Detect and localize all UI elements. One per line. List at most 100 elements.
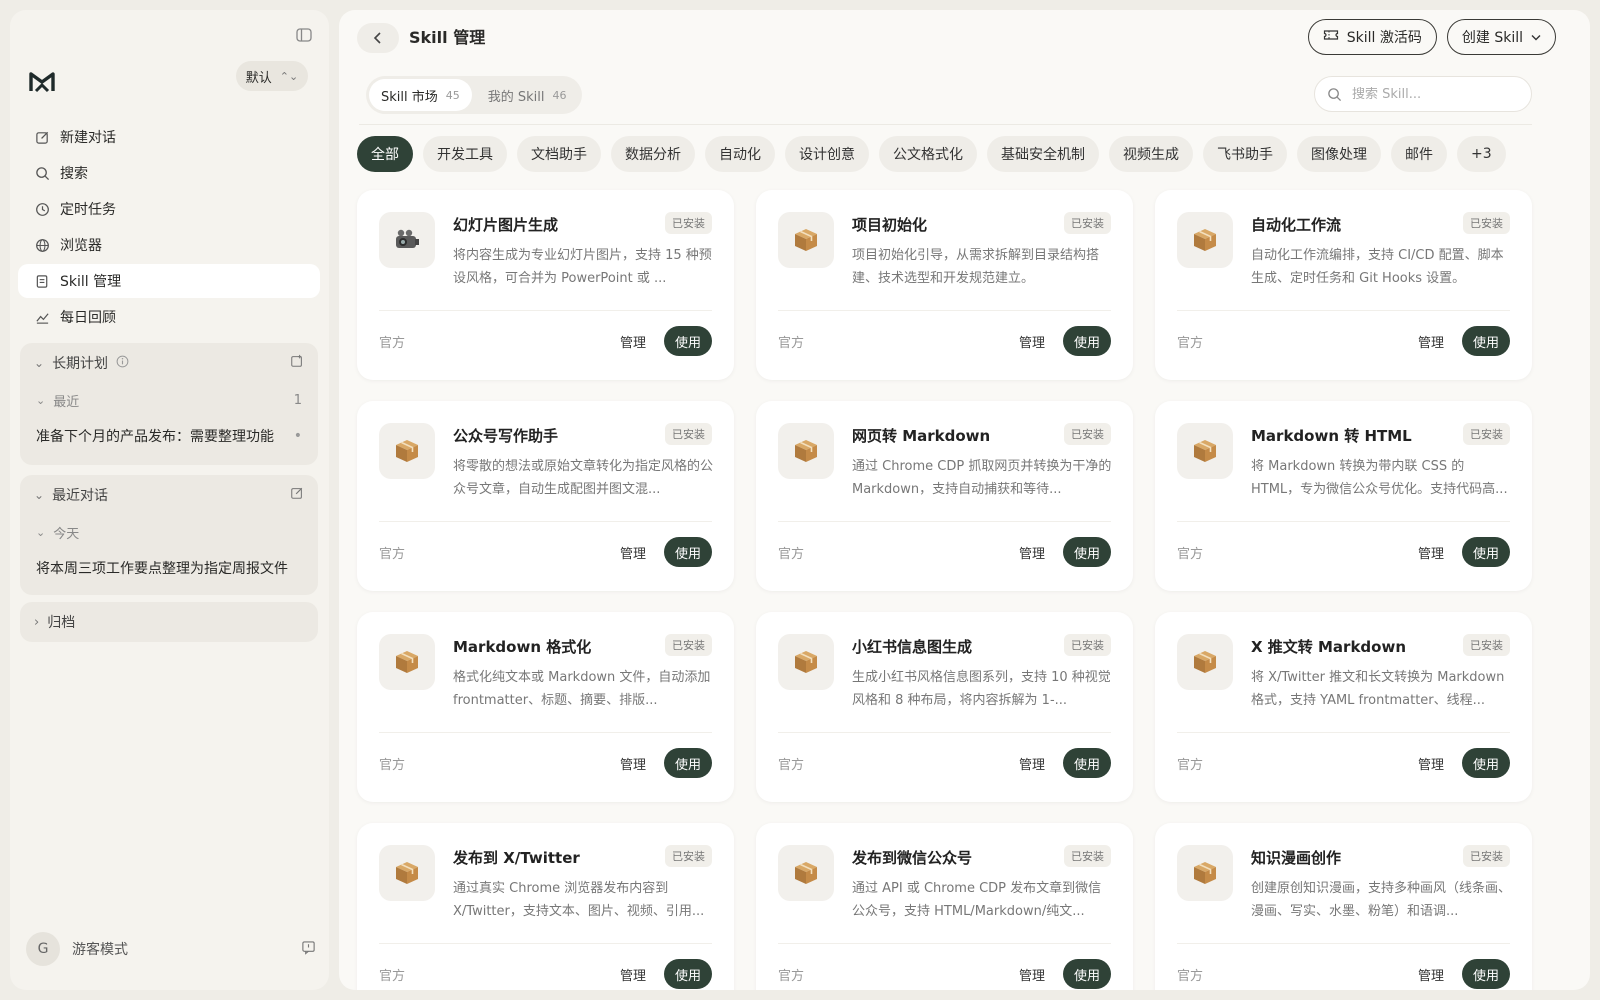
use-button[interactable]: 使用 bbox=[1063, 326, 1111, 356]
globe-icon bbox=[34, 237, 50, 253]
use-button[interactable]: 使用 bbox=[1063, 537, 1111, 567]
today-subheader[interactable]: ⌄ 今天 bbox=[20, 515, 318, 549]
category-chip[interactable]: 基础安全机制 bbox=[987, 136, 1099, 172]
back-button[interactable] bbox=[357, 23, 399, 53]
category-chip[interactable]: 视频生成 bbox=[1109, 136, 1193, 172]
sidebar-toggle-icon[interactable] bbox=[293, 24, 315, 46]
category-chip[interactable]: 自动化 bbox=[705, 136, 775, 172]
manage-button[interactable]: 管理 bbox=[1418, 965, 1444, 984]
avatar: G bbox=[26, 932, 60, 966]
manage-button[interactable]: 管理 bbox=[1418, 754, 1444, 773]
sidebar-item-search[interactable]: 搜索 bbox=[18, 156, 320, 190]
category-chip[interactable]: 数据分析 bbox=[611, 136, 695, 172]
more-dot-icon[interactable]: • bbox=[288, 428, 302, 444]
conversation-entry[interactable]: 将本周三项工作要点整理为指定周报文件 bbox=[20, 549, 318, 587]
manage-button[interactable]: 管理 bbox=[1019, 543, 1045, 562]
skill-description: 创建原创知识漫画，支持多种画风（线条画、漫画、写实、水墨、粉笔）和语调... bbox=[1251, 881, 1512, 919]
manage-button[interactable]: 管理 bbox=[620, 754, 646, 773]
archive-header[interactable]: › 归档 bbox=[20, 602, 318, 642]
tab-my-skill[interactable]: 我的 Skill 46 bbox=[476, 79, 579, 111]
manage-button[interactable]: 管理 bbox=[1019, 965, 1045, 984]
skill-title: X 推文转 Markdown bbox=[1251, 638, 1407, 656]
search-input[interactable] bbox=[1352, 86, 1512, 102]
activation-code-label: Skill 激活码 bbox=[1346, 30, 1422, 46]
use-button[interactable]: 使用 bbox=[1462, 959, 1510, 989]
search-box[interactable] bbox=[1314, 76, 1532, 112]
skill-description: 将零散的想法或原始文章转化为指定风格的公众号文章，自动生成配图并图文混... bbox=[453, 459, 714, 497]
create-skill-button[interactable]: 创建 Skill bbox=[1446, 19, 1556, 55]
divider bbox=[1177, 310, 1510, 311]
sidebar-item-daily-review[interactable]: 每日回顾 bbox=[18, 300, 320, 334]
recent-conversations-section: ⌄ 最近对话 ⌄ 今天 将本周三项工作要点整理为指定周报文件 bbox=[20, 475, 318, 595]
recent-conversations-header[interactable]: ⌄ 最近对话 bbox=[20, 475, 318, 515]
activation-code-button[interactable]: Skill 激活码 bbox=[1307, 19, 1437, 55]
use-button[interactable]: 使用 bbox=[1063, 748, 1111, 778]
manage-button[interactable]: 管理 bbox=[620, 332, 646, 351]
skill-card[interactable]: 幻灯片图片生成 已安装 将内容生成为专业幻灯片图片，支持 15 种预设风格，可合并为… bbox=[357, 190, 734, 380]
use-button[interactable]: 使用 bbox=[1063, 959, 1111, 989]
installed-badge: 已安装 bbox=[665, 212, 712, 234]
installed-badge: 已安装 bbox=[1463, 423, 1510, 445]
use-button[interactable]: 使用 bbox=[664, 326, 712, 356]
category-chip[interactable]: 开发工具 bbox=[423, 136, 507, 172]
use-button[interactable]: 使用 bbox=[1462, 537, 1510, 567]
skill-card[interactable]: 公众号写作助手 已安装 将零散的想法或原始文章转化为指定风格的公众号文章，自动生成配… bbox=[357, 401, 734, 591]
manage-button[interactable]: 管理 bbox=[620, 543, 646, 562]
manage-button[interactable]: 管理 bbox=[1019, 754, 1045, 773]
divider bbox=[778, 943, 1111, 944]
long-term-plan-header[interactable]: ⌄ 长期计划 bbox=[20, 343, 318, 383]
manage-button[interactable]: 管理 bbox=[620, 965, 646, 984]
skill-card[interactable]: Markdown 转 HTML 已安装将 Markdown 转换为带内联 CSS … bbox=[1155, 401, 1532, 591]
new-chat-icon[interactable] bbox=[290, 486, 304, 504]
skill-title: Markdown 格式化 bbox=[453, 638, 592, 656]
app-logo-icon bbox=[28, 68, 56, 96]
manage-button[interactable]: 管理 bbox=[1019, 332, 1045, 351]
recent-subheader[interactable]: ⌄ 最近 1 bbox=[20, 383, 318, 417]
edit-icon bbox=[34, 129, 50, 145]
chevron-down-icon: ⌄ bbox=[36, 525, 46, 539]
workspace-selector[interactable]: 默认 ⌃⌄ bbox=[236, 61, 308, 91]
plan-entry[interactable]: 准备下个月的产品发布：需要整理功能 • bbox=[20, 417, 318, 455]
skill-card[interactable]: 发布到 X/Twitter 已安装 通过真实 Chrome 浏览器发布内容到 X/T… bbox=[357, 823, 734, 990]
category-chip[interactable]: +3 bbox=[1457, 136, 1506, 172]
skill-card[interactable]: 网页转 Markdown 已安装 通过 Chrome CDP 抓取网页并转换为干净的… bbox=[756, 401, 1133, 591]
manage-button[interactable]: 管理 bbox=[1418, 332, 1444, 351]
feedback-icon[interactable] bbox=[301, 940, 316, 959]
conversation-entry-text: 将本周三项工作要点整理为指定周报文件 bbox=[36, 561, 288, 577]
sidebar-item-new-chat[interactable]: 新建对话 bbox=[18, 120, 320, 154]
skill-card[interactable]: 小红书信息图生成 已安装 生成小红书风格信息图系列，支持 10 种视觉风格和 8 种… bbox=[756, 612, 1133, 802]
skill-card[interactable]: Markdown 格式化 已安装 格式化纯文本或 Markdown 文件，自动添加 … bbox=[357, 612, 734, 802]
category-chip[interactable]: 图像处理 bbox=[1297, 136, 1381, 172]
manage-button[interactable]: 管理 bbox=[1418, 543, 1444, 562]
category-chip[interactable]: 全部 bbox=[357, 136, 413, 172]
category-filters: 全部 开发工具 文档助手 数据分析 自动化 设计创意 公文格式化 基础安全机制 视频生成 飞书助手… bbox=[357, 136, 1506, 172]
skill-card[interactable]: 项目初始化 已安装 项目初始化引导，从需求拆解到目录结构搭建、技术选型和开发规范建立… bbox=[756, 190, 1133, 380]
sidebar-item-skill-management[interactable]: Skill 管理 bbox=[18, 264, 320, 298]
category-chip[interactable]: 邮件 bbox=[1391, 136, 1447, 172]
chevron-left-icon bbox=[373, 32, 381, 44]
search-icon bbox=[1328, 87, 1342, 101]
new-plan-icon[interactable] bbox=[290, 354, 304, 372]
sidebar-item-browser[interactable]: 浏览器 bbox=[18, 228, 320, 262]
category-chip[interactable]: 文档助手 bbox=[517, 136, 601, 172]
archive-section[interactable]: › 归档 bbox=[20, 602, 318, 642]
use-button[interactable]: 使用 bbox=[1462, 748, 1510, 778]
use-button[interactable]: 使用 bbox=[664, 959, 712, 989]
use-button[interactable]: 使用 bbox=[1462, 326, 1510, 356]
skill-card[interactable]: 自动化工作流 已安装 自动化工作流编排，支持 CI/CD 配置、脚本生成、定时任务和… bbox=[1155, 190, 1532, 380]
skill-description: 将内容生成为专业幻灯片图片，支持 15 种预设风格，可合并为 PowerPoin… bbox=[453, 248, 712, 286]
use-button[interactable]: 使用 bbox=[664, 537, 712, 567]
skill-card[interactable]: X 推文转 Markdown 已安装将 X/Twitter 推文和长文转换为 Ma… bbox=[1155, 612, 1532, 802]
user-profile[interactable]: G 游客模式 bbox=[26, 932, 316, 966]
tab-skill-market[interactable]: Skill 市场 45 bbox=[369, 79, 472, 111]
skill-card[interactable]: 发布到微信公众号 已安装 通过 API 或 Chrome CDP 发布文章到微信公众… bbox=[756, 823, 1133, 990]
sidebar-item-scheduled[interactable]: 定时任务 bbox=[18, 192, 320, 226]
section-title: 长期计划 bbox=[52, 356, 109, 372]
category-chip[interactable]: 公文格式化 bbox=[879, 136, 977, 172]
source-label: 官方 bbox=[1177, 336, 1204, 351]
use-button[interactable]: 使用 bbox=[664, 748, 712, 778]
category-chip[interactable]: 设计创意 bbox=[785, 136, 869, 172]
divider bbox=[778, 521, 1111, 522]
category-chip[interactable]: 飞书助手 bbox=[1203, 136, 1287, 172]
skill-card[interactable]: 知识漫画创作 已安装 创建原创知识漫画，支持多种画风（线条画、漫画、写实、水墨、粉笔… bbox=[1155, 823, 1532, 990]
